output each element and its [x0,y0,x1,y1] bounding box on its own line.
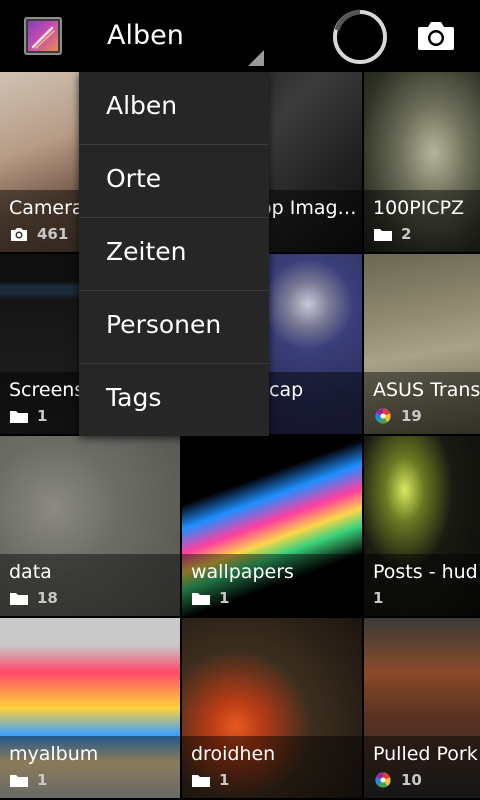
folder-icon [192,593,210,605]
folder-icon [192,775,210,787]
folder-icon [10,411,28,423]
album-tile-data[interactable]: data 18 [0,436,180,616]
album-count: 1 [373,589,384,607]
camera-icon [418,22,454,50]
album-tile-asus-transformer[interactable]: ASUS Trans 19 [364,254,480,434]
album-meta: 1 [191,771,229,789]
album-tile-droidhen[interactable]: droidhen 1 [182,618,362,798]
loading-spinner-icon [333,9,387,64]
album-title: data [9,561,52,583]
folder-icon [10,593,28,605]
album-count: 2 [401,225,412,243]
album-title: ASUS Trans [373,379,480,401]
album-tile-myalbum[interactable]: myalbum 1 [0,618,180,798]
folder-icon [374,229,392,241]
album-title: cap [269,379,304,401]
album-meta: 18 [9,589,58,607]
album-meta: 461 [9,225,68,243]
album-meta: 1 [9,407,47,425]
album-count: 1 [219,771,230,789]
album-tile-wallpapers[interactable]: wallpapers 1 [182,436,362,616]
view-spinner-label: Alben [107,20,184,51]
album-tile-posts[interactable]: Posts - hud 1 [364,436,480,616]
album-count: 461 [37,225,69,243]
album-count: 18 [37,589,58,607]
album-meta: 1 [9,771,47,789]
menu-item-label: Tags [106,383,162,412]
album-count: 1 [37,771,48,789]
picasa-icon [375,772,391,788]
album-count: 1 [37,407,48,425]
menu-item-alben[interactable]: Alben [79,72,269,144]
view-spinner[interactable]: Alben [80,0,270,72]
album-count: 1 [219,589,230,607]
album-meta: 1 [373,589,383,607]
album-meta: 19 [373,407,422,425]
folder-icon [10,775,28,787]
camera-button[interactable] [412,14,460,58]
album-title: Screens [9,379,85,401]
gallery-app-icon[interactable] [24,17,62,55]
menu-item-label: Personen [106,310,222,339]
spinner-indicator-icon [248,50,264,66]
album-title: wallpapers [191,561,294,583]
album-meta: 10 [373,771,422,789]
menu-item-label: Orte [106,164,162,193]
album-title: myalbum [9,743,99,765]
album-title: Camera [9,197,84,219]
menu-item-label: Alben [106,91,178,120]
menu-item-zeiten[interactable]: Zeiten [79,218,269,290]
menu-item-orte[interactable]: Orte [79,145,269,217]
album-tile-pulled-pork[interactable]: Pulled Pork 10 [364,618,480,798]
album-tile-100picpz[interactable]: 100PICPZ 2 [364,72,480,252]
album-count: 10 [401,771,422,789]
action-bar: Alben [0,0,480,72]
album-title: droidhen [191,743,276,765]
album-title: Posts - hud [373,561,478,583]
album-title: 100PICPZ [373,197,465,219]
album-title: Pulled Pork [373,743,478,765]
album-count: 19 [401,407,422,425]
album-meta: 2 [373,225,411,243]
view-dropdown-menu: Alben Orte Zeiten Personen Tags [79,72,269,436]
picasa-icon [375,408,391,424]
menu-item-tags[interactable]: Tags [79,364,269,436]
album-title: op Imag… [260,197,357,219]
album-meta: 1 [191,589,229,607]
menu-item-personen[interactable]: Personen [79,291,269,363]
camera-icon [11,228,27,241]
menu-item-label: Zeiten [106,237,187,266]
